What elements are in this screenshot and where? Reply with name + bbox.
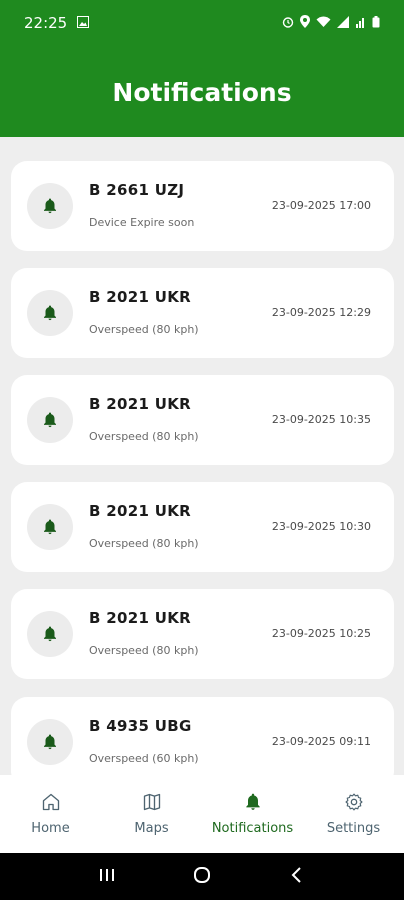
home-icon — [42, 793, 59, 811]
app-header: 22:25 Notifications — [0, 0, 404, 137]
vehicle-plate: B 2661 UZJ — [89, 181, 185, 199]
vehicle-plate: B 2021 UKR — [89, 288, 191, 306]
back-button[interactable] — [287, 865, 307, 889]
battery-icon — [372, 15, 380, 31]
notification-bell-badge — [27, 719, 73, 765]
notification-bell-badge — [27, 183, 73, 229]
nav-item-home[interactable]: Home — [0, 775, 101, 853]
notification-bell-badge — [27, 397, 73, 443]
vehicle-plate: B 2021 UKR — [89, 609, 191, 627]
bottom-navigation: Home Maps Notifications Settings — [0, 775, 404, 853]
map-icon — [143, 793, 160, 811]
nav-label-home: Home — [31, 821, 70, 836]
back-icon — [291, 866, 301, 883]
notification-bell-badge — [27, 504, 73, 550]
notification-card[interactable]: B 2021 UKR Overspeed (80 kph) 23-09-2025… — [11, 482, 394, 572]
notification-timestamp: 23-09-2025 10:35 — [271, 413, 371, 426]
bell-icon — [44, 305, 56, 321]
notification-list[interactable]: B 2661 UZJ Device Expire soon 23-09-2025… — [0, 137, 404, 775]
nav-item-notifications[interactable]: Notifications — [202, 775, 303, 853]
page-title: Notifications — [112, 78, 292, 107]
home-system-button[interactable] — [192, 865, 212, 889]
home-circle-icon — [193, 866, 210, 883]
notification-timestamp: 23-09-2025 09:11 — [271, 735, 371, 748]
notification-description: Overspeed (80 kph) — [89, 644, 199, 657]
notification-timestamp: 23-09-2025 17:00 — [271, 199, 371, 212]
bell-icon — [245, 793, 260, 810]
nav-label-settings: Settings — [326, 821, 381, 836]
notification-card[interactable]: B 4935 UBG Overspeed (60 kph) 23-09-2025… — [11, 697, 394, 775]
bell-icon — [44, 519, 56, 535]
notification-timestamp: 23-09-2025 12:29 — [271, 306, 371, 319]
wifi-icon — [316, 16, 331, 31]
nav-item-maps[interactable]: Maps — [101, 775, 202, 853]
nav-item-settings[interactable]: Settings — [303, 775, 404, 853]
notification-description: Overspeed (80 kph) — [89, 323, 199, 336]
gallery-icon — [77, 14, 90, 32]
notification-description: Device Expire soon — [89, 216, 195, 229]
nav-label-notifications: Notifications — [211, 821, 294, 836]
notification-card[interactable]: B 2021 UKR Overspeed (80 kph) 23-09-2025… — [11, 268, 394, 358]
notification-timestamp: 23-09-2025 10:25 — [271, 627, 371, 640]
alarm-icon — [282, 16, 294, 31]
vehicle-plate: B 2021 UKR — [89, 502, 191, 520]
vehicle-plate: B 2021 UKR — [89, 395, 191, 413]
notification-card[interactable]: B 2021 UKR Overspeed (80 kph) 23-09-2025… — [11, 375, 394, 465]
location-icon — [300, 15, 310, 31]
signal-2-icon — [356, 16, 366, 31]
gear-icon — [345, 793, 362, 811]
recent-apps-icon — [100, 868, 115, 881]
system-nav-bar — [0, 853, 404, 900]
bell-icon — [44, 198, 56, 214]
status-bar: 22:25 — [0, 0, 404, 46]
nav-label-maps: Maps — [134, 821, 169, 836]
bell-icon — [44, 412, 56, 428]
status-time: 22:25 — [24, 14, 68, 32]
notification-timestamp: 23-09-2025 10:30 — [271, 520, 371, 533]
notification-description: Overspeed (80 kph) — [89, 537, 199, 550]
notification-bell-badge — [27, 290, 73, 336]
bell-icon — [44, 626, 56, 642]
notification-description: Overspeed (60 kph) — [89, 752, 199, 765]
notification-bell-badge — [27, 611, 73, 657]
bell-icon — [44, 734, 56, 750]
signal-icon — [337, 15, 350, 31]
vehicle-plate: B 4935 UBG — [89, 717, 192, 735]
notification-card[interactable]: B 2661 UZJ Device Expire soon 23-09-2025… — [11, 161, 394, 251]
notification-card[interactable]: B 2021 UKR Overspeed (80 kph) 23-09-2025… — [11, 589, 394, 679]
recent-apps-button[interactable] — [97, 865, 117, 889]
notification-description: Overspeed (80 kph) — [89, 430, 199, 443]
